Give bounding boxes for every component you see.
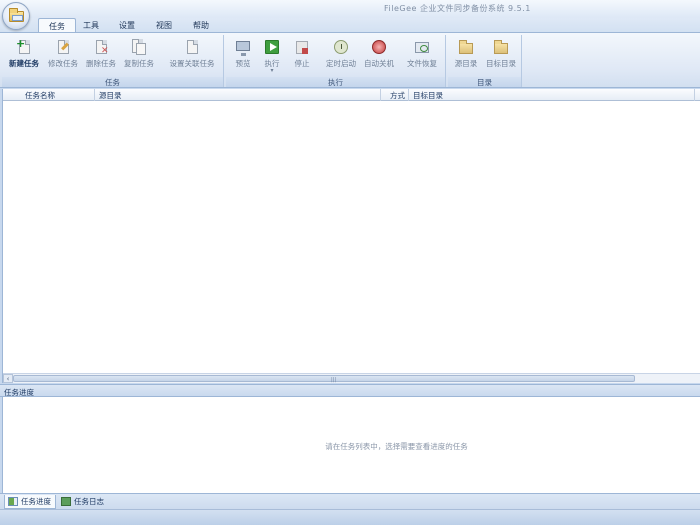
column-task-name[interactable]: 任务名称 [3,89,95,101]
task-list[interactable]: 任务名称 源目录 方式 目标目录 ‹ ||| [2,89,700,383]
column-mode[interactable]: 方式 [381,89,409,101]
run-dropdown-arrow-icon[interactable]: ▾ [258,68,286,74]
tab-task-log[interactable]: 任务日志 [58,495,108,509]
application-menu-button[interactable] [2,2,30,30]
ribbon-group-task: + 新建任务 修改任务 ✕ 删除任务 复制任务 设置关联任务 任务 [2,35,224,87]
delete-document-icon: ✕ [93,39,109,57]
delete-task-button[interactable]: ✕ 删除任务 [82,37,120,73]
new-task-button[interactable]: + 新建任务 [4,37,44,73]
clock-icon [333,39,349,57]
auto-shutdown-label: 自动关机 [364,59,394,68]
ribbon-group-directory: 源目录 目标目录 目录 [448,35,522,87]
new-document-icon: + [16,38,32,57]
link-document-icon [184,39,200,57]
app-folder-icon [9,8,24,22]
column-target-dir[interactable]: 目标目录 [409,89,695,101]
stop-label: 停止 [294,59,310,68]
source-dir-label: 源目录 [454,59,478,68]
horizontal-scrollbar[interactable]: ‹ ||| [3,373,700,383]
tab-task-progress-label: 任务进度 [21,497,51,506]
title-bar: FileGee 企业文件同步备份系统 9.5.1 [0,0,700,18]
preview-monitor-icon [235,39,251,57]
scrollbar-grip-icon: ||| [331,377,337,383]
target-dir-label: 目标目录 [486,59,516,68]
stop-button[interactable]: 停止 [288,37,316,73]
modify-task-button[interactable]: 修改任务 [44,37,82,73]
status-bar [0,509,700,525]
play-icon [264,39,280,57]
related-tasks-label: 设置关联任务 [169,59,215,68]
restore-icon [414,39,430,57]
progress-hint: 请在任务列表中，选择需要查看进度的任务 [325,442,468,451]
progress-icon [8,497,18,506]
progress-panel-header: 任务进度 [0,384,700,397]
copy-document-icon [131,39,147,57]
column-source-dir[interactable]: 源目录 [95,89,381,101]
modify-task-label: 修改任务 [48,59,78,68]
power-icon [371,39,387,57]
log-icon [61,497,71,506]
preview-button[interactable]: 预览 [228,37,258,73]
bottom-tab-bar: 任务进度 任务日志 [0,493,700,509]
preview-label: 预览 [235,59,251,68]
scrollbar-thumb[interactable]: ||| [13,375,635,383]
related-tasks-button[interactable]: 设置关联任务 [162,37,222,73]
task-list-header: 任务名称 源目录 方式 目标目录 [3,89,700,101]
edit-document-icon [55,39,71,57]
new-task-label: 新建任务 [9,59,39,68]
auto-shutdown-button[interactable]: 自动关机 [360,37,398,73]
stop-icon [294,39,310,57]
window-title: FileGee 企业文件同步备份系统 9.5.1 [384,4,531,13]
execute-group-label: 执行 [226,77,445,87]
tab-task-log-label: 任务日志 [74,497,104,506]
copy-task-label: 复制任务 [124,59,154,68]
ribbon-group-execute: 预览 执行 ▾ 停止 定时启动 自动关机 文件恢复 执行 [226,35,446,87]
tab-tools[interactable]: 工具 [76,18,106,32]
tab-settings[interactable]: 设置 [110,18,144,32]
file-restore-label: 文件恢复 [407,59,437,68]
tab-help[interactable]: 帮助 [184,18,218,32]
progress-panel: 请在任务列表中，选择需要查看进度的任务 [2,397,700,493]
delete-task-label: 删除任务 [86,59,116,68]
timed-start-label: 定时启动 [326,59,356,68]
directory-group-label: 目录 [448,77,521,87]
target-dir-button[interactable]: 目标目录 [482,37,520,73]
scroll-left-arrow-icon[interactable]: ‹ [3,374,13,383]
file-restore-button[interactable]: 文件恢复 [402,37,442,73]
tab-task[interactable]: 任务 [38,18,76,32]
tab-view[interactable]: 视图 [147,18,181,32]
folder-icon [493,39,509,57]
menu-tab-row: 任务 工具 设置 视图 帮助 [0,18,700,32]
ribbon: + 新建任务 修改任务 ✕ 删除任务 复制任务 设置关联任务 任务 预览 执行 [0,32,700,88]
tab-task-progress[interactable]: 任务进度 [4,495,56,509]
copy-task-button[interactable]: 复制任务 [120,37,158,73]
timed-start-button[interactable]: 定时启动 [322,37,360,73]
run-button[interactable]: 执行 ▾ [258,37,286,74]
task-group-label: 任务 [2,77,223,87]
folder-icon [458,39,474,57]
source-dir-button[interactable]: 源目录 [450,37,482,73]
